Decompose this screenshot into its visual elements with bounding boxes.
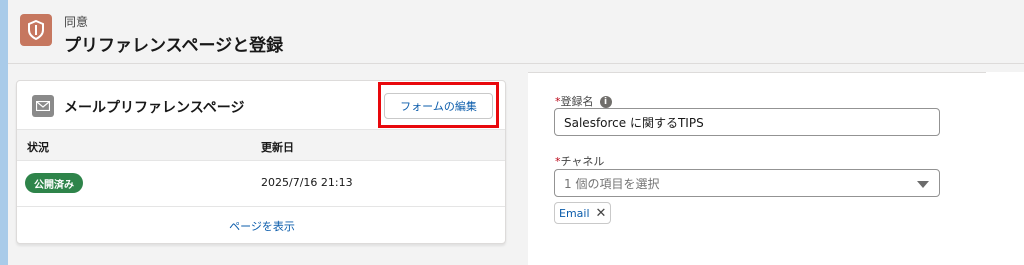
email-envelope-icon: [32, 95, 54, 117]
registration-form: *登録名 i Salesforce に関するTIPS *チャネル 1 個の項目を選…: [528, 72, 1024, 265]
channel-label: *チャネル: [555, 155, 605, 168]
background-edge: [0, 0, 8, 265]
card-title: メールプリファレンスページ: [64, 100, 245, 116]
channel-select[interactable]: 1 個の項目を選択: [554, 169, 940, 197]
email-preference-card: メールプリファレンスページ フォームの編集 状況 更新日 公開済み 2025/7…: [16, 80, 506, 244]
registration-name-input[interactable]: Salesforce に関するTIPS: [554, 108, 940, 136]
page-title: プリファレンスページと登録: [64, 36, 284, 56]
info-icon[interactable]: i: [599, 96, 612, 108]
page-subtitle: 同意: [64, 15, 89, 29]
table-header: 状況 更新日: [17, 129, 505, 161]
status-badge: 公開済み: [25, 173, 83, 193]
edit-form-button[interactable]: フォームの編集: [384, 93, 493, 119]
content-area: メールプリファレンスページ フォームの編集 状況 更新日 公開済み 2025/7…: [8, 64, 1024, 265]
page-header: 同意 プリファレンスページと登録: [8, 0, 1024, 64]
consent-shield-icon: [20, 14, 52, 46]
column-header-status: 状況: [27, 141, 49, 154]
card-header: メールプリファレンスページ フォームの編集: [17, 81, 505, 129]
registration-name-label: *登録名 i: [555, 93, 612, 109]
view-page-link[interactable]: ページを表示: [17, 218, 505, 234]
selected-channel-pill: Email ✕: [554, 202, 612, 224]
page: 同意 プリファレンスページと登録 メールプリファレンスページ フォームの編集 状…: [8, 0, 1024, 265]
divider: [528, 72, 986, 73]
table-row: 公開済み 2025/7/16 21:13: [17, 161, 505, 207]
column-header-updated: 更新日: [261, 141, 294, 154]
pill-label: Email: [559, 206, 590, 220]
chevron-down-icon: [917, 181, 929, 188]
remove-pill-close-icon[interactable]: ✕: [596, 207, 607, 220]
updated-date: 2025/7/16 21:13: [261, 176, 353, 189]
